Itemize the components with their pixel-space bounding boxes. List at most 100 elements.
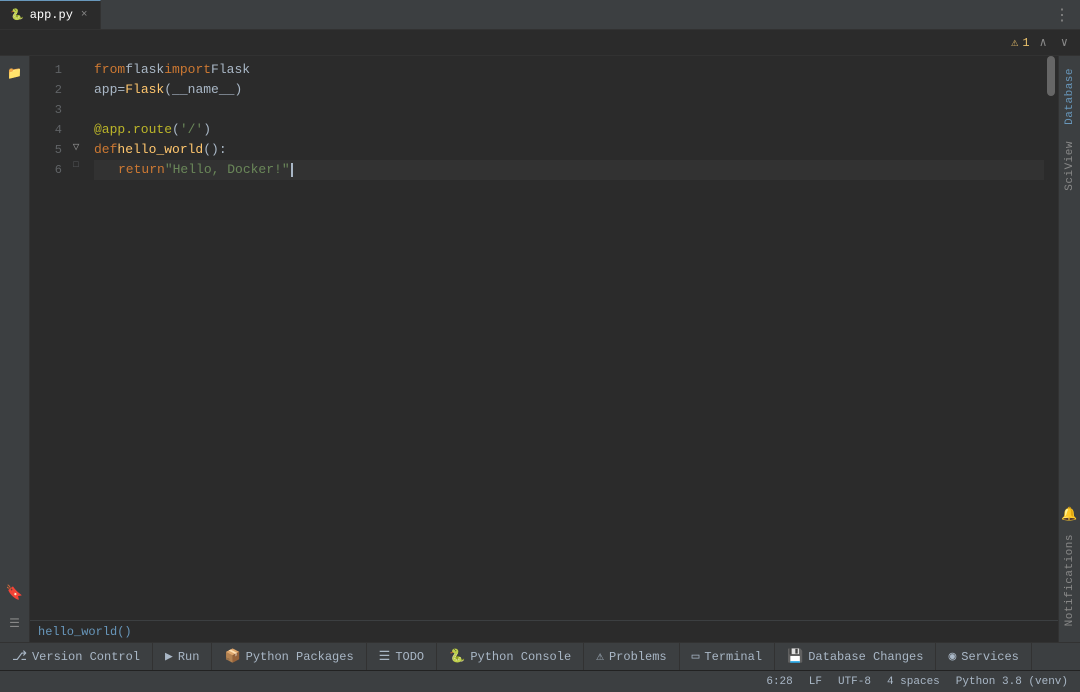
problems-icon: ⚠: [596, 649, 604, 664]
str-route-path: '/': [180, 120, 203, 140]
fold-4: [70, 120, 86, 140]
tool-problems-label: Problems: [609, 650, 667, 664]
warning-icon: ⚠: [1011, 35, 1018, 50]
fn-hello-world: hello_world: [117, 140, 203, 160]
python-file-icon: 🐍: [10, 8, 24, 22]
tool-services-label: Services: [961, 650, 1019, 664]
right-panel: Database SciView 🔔 Notifications: [1058, 56, 1080, 642]
python-packages-icon: 📦: [224, 649, 240, 664]
right-panel-notifications[interactable]: Notifications: [1064, 526, 1076, 634]
todo-icon: ☰: [379, 649, 391, 664]
tab-filename: app.py: [30, 8, 73, 22]
fold-2: [70, 80, 86, 100]
right-panel-bottom: 🔔 Notifications: [1061, 507, 1077, 634]
status-interpreter[interactable]: Python 3.8 (venv): [956, 676, 1068, 688]
op-equals: =: [117, 80, 125, 100]
tool-version-control-label: Version Control: [32, 650, 140, 664]
paren-route-close: ): [203, 120, 211, 140]
warning-down-button[interactable]: ∨: [1057, 34, 1072, 51]
line-num-5: 5: [30, 140, 62, 160]
var-Flask: Flask: [211, 60, 250, 80]
var-app: app: [94, 80, 117, 100]
tool-python-packages[interactable]: 📦 Python Packages: [212, 643, 366, 670]
line-num-1: 1: [30, 60, 62, 80]
var-name: __name__: [172, 80, 234, 100]
tool-python-console-label: Python Console: [470, 650, 571, 664]
project-icon: 📁: [7, 66, 22, 81]
fn-Flask: Flask: [125, 80, 164, 100]
status-position[interactable]: 6:28: [766, 676, 792, 688]
tab-more-button[interactable]: ⋮: [1044, 5, 1080, 25]
tool-database-changes[interactable]: 💾 Database Changes: [775, 643, 936, 670]
fold-3: [70, 100, 86, 120]
tool-run[interactable]: ▶ Run: [153, 643, 212, 670]
line-numbers: 1 2 3 4 5 6: [30, 56, 70, 620]
warning-count[interactable]: ⚠ 1: [1011, 35, 1029, 50]
tool-terminal[interactable]: ▭ Terminal: [680, 643, 775, 670]
tool-version-control[interactable]: ⎇ Version Control: [0, 643, 153, 670]
tool-todo-label: TODO: [395, 650, 424, 664]
right-panel-sciview[interactable]: SciView: [1064, 133, 1076, 199]
warning-up-button[interactable]: ∧: [1036, 34, 1051, 51]
tab-app-py[interactable]: 🐍 app.py ×: [0, 0, 101, 29]
tool-todo[interactable]: ☰ TODO: [367, 643, 437, 670]
line-num-4: 4: [30, 120, 62, 140]
notification-bell-icon: 🔔: [1061, 507, 1077, 522]
database-changes-icon: 💾: [787, 649, 803, 664]
run-icon: ▶: [165, 649, 173, 664]
warning-bar: ⚠ 1 ∧ ∨: [0, 30, 1080, 56]
paren-def: ():: [203, 140, 226, 160]
warning-number: 1: [1022, 36, 1029, 50]
gutter-area: hello_world(): [30, 620, 1058, 642]
fold-5-indicator[interactable]: ▽: [70, 140, 82, 160]
tool-services[interactable]: ◉ Services: [936, 643, 1031, 670]
code-line-4: @app.route('/'): [94, 120, 1044, 140]
scrollbar-thumb[interactable]: [1047, 56, 1055, 96]
line-num-2: 2: [30, 80, 62, 100]
tool-python-packages-label: Python Packages: [246, 650, 354, 664]
tool-problems[interactable]: ⚠ Problems: [584, 643, 679, 670]
line-num-3: 3: [30, 100, 62, 120]
services-icon: ◉: [948, 649, 956, 664]
code-line-6: return "Hello, Docker!": [94, 160, 1044, 180]
structure-icon: ☰: [9, 616, 20, 631]
left-sidebar: 📁 🔖 ☰: [0, 56, 30, 642]
main-area: 📁 🔖 ☰ 1 2 3 4 5 6: [0, 56, 1080, 642]
tab-bar: 🐍 app.py × ⋮: [0, 0, 1080, 30]
sidebar-icon-bookmarks[interactable]: 🔖: [2, 580, 28, 606]
code-line-2: app = Flask(__name__): [94, 80, 1044, 100]
decorator-route: @app.route: [94, 120, 172, 140]
status-line-ending[interactable]: LF: [809, 676, 822, 688]
text-cursor: [291, 163, 293, 177]
right-panel-database[interactable]: Database: [1064, 60, 1076, 133]
tool-python-console[interactable]: 🐍 Python Console: [437, 643, 584, 670]
terminal-icon: ▭: [692, 649, 700, 664]
str-hello-docker: "Hello, Docker!": [165, 160, 290, 180]
kw-from: from: [94, 60, 125, 80]
var-flask: flask: [125, 60, 164, 80]
scrollbar-area[interactable]: [1044, 56, 1058, 620]
editor-area[interactable]: 1 2 3 4 5 6 ▽ □ from flask import Fl: [30, 56, 1058, 642]
sidebar-icon-structure[interactable]: ☰: [2, 610, 28, 636]
sidebar-icon-project[interactable]: 📁: [2, 60, 28, 86]
tool-terminal-label: Terminal: [704, 650, 762, 664]
fold-1: [70, 60, 86, 80]
bookmarks-icon: 🔖: [6, 585, 23, 602]
bottom-toolbar: ⎇ Version Control ▶ Run 📦 Python Package…: [0, 642, 1080, 670]
code-line-1: from flask import Flask: [94, 60, 1044, 80]
code-lines[interactable]: from flask import Flask app = Flask(__na…: [86, 56, 1044, 620]
paren-open: (: [164, 80, 172, 100]
tool-database-changes-label: Database Changes: [808, 650, 923, 664]
paren-route-open: (: [172, 120, 180, 140]
code-line-5: def hello_world():: [94, 140, 1044, 160]
tool-run-label: Run: [178, 650, 200, 664]
kw-import: import: [164, 60, 211, 80]
status-encoding[interactable]: UTF-8: [838, 676, 871, 688]
fold-area: ▽ □: [70, 56, 86, 620]
version-control-icon: ⎇: [12, 649, 27, 664]
kw-return: return: [118, 160, 165, 180]
tab-close-button[interactable]: ×: [79, 8, 90, 22]
status-indentation[interactable]: 4 spaces: [887, 676, 940, 688]
breadcrumb-item[interactable]: hello_world(): [38, 625, 132, 639]
kw-def: def: [94, 140, 117, 160]
